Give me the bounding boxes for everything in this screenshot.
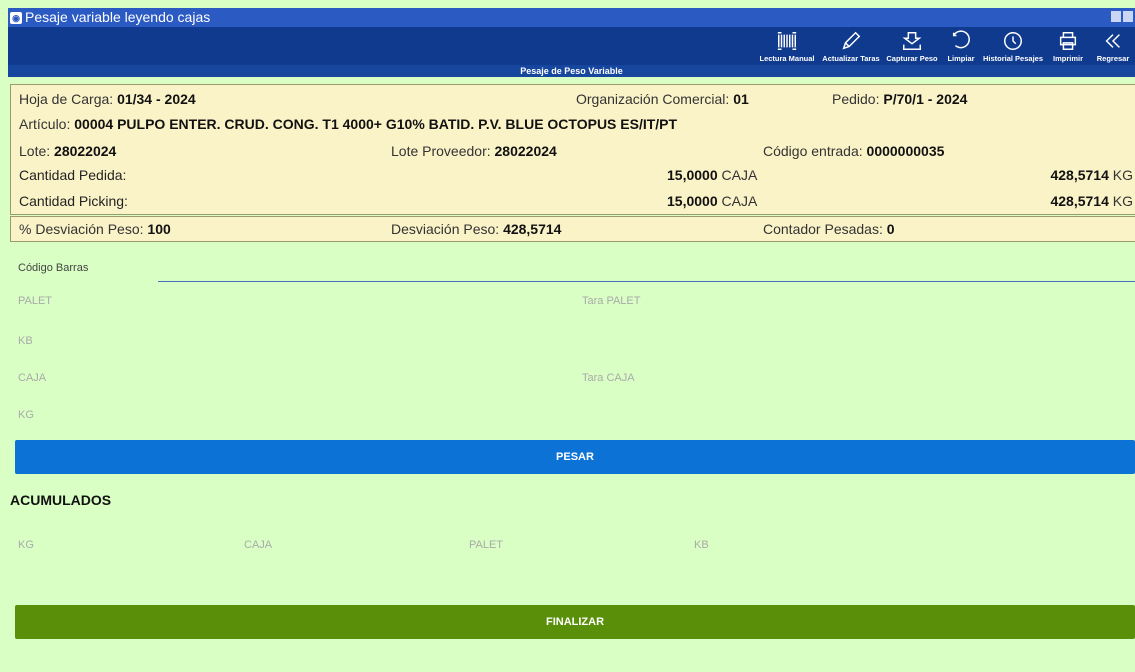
barcode-label: Código Barras	[18, 262, 89, 274]
historial-pesajes-button[interactable]: Historial Pesajes	[981, 27, 1045, 65]
finalizar-button[interactable]: FINALIZAR	[15, 605, 1135, 639]
capturar-peso-button[interactable]: Capturar Peso	[883, 27, 941, 65]
barcode-icon	[777, 32, 797, 50]
toolbar-label: Limpiar	[947, 54, 975, 63]
palet-field[interactable]: PALET	[18, 295, 52, 307]
barcode-input[interactable]	[158, 256, 1135, 282]
toolbar-label: Lectura Manual	[759, 54, 815, 63]
kb-field[interactable]: KB	[18, 335, 33, 347]
scale-icon	[902, 32, 922, 50]
pencil-icon	[842, 31, 861, 50]
printer-icon	[1059, 32, 1077, 50]
pedido: Pedido: P/70/1 - 2024	[832, 91, 968, 107]
lectura-manual-button[interactable]: Lectura Manual	[755, 27, 819, 65]
toolbar-label: Historial Pesajes	[982, 54, 1044, 63]
cantidad-pedida-qty: 15,0000 CAJA	[667, 167, 758, 183]
limpiar-button[interactable]: Limpiar	[941, 27, 981, 65]
cantidad-pedida-label: Cantidad Pedida:	[19, 167, 127, 183]
hoja-carga: Hoja de Carga: 01/34 - 2024	[19, 91, 196, 107]
desviacion-pct: % Desviación Peso: 100	[19, 221, 171, 237]
toolbar: Lectura Manual Actualizar Taras Capturar…	[8, 27, 1135, 65]
restore-icon[interactable]	[1123, 11, 1133, 22]
window-title: Pesaje variable leyendo cajas	[25, 9, 211, 25]
codigo-entrada: Código entrada: 0000000035	[763, 143, 945, 159]
lote: Lote: 28022024	[19, 143, 117, 159]
caja-field[interactable]: CAJA	[18, 372, 46, 384]
deviation-panel: % Desviación Peso: 100 Desviación Peso: …	[10, 216, 1135, 242]
actualizar-taras-button[interactable]: Actualizar Taras	[819, 27, 883, 65]
title-bar: ◉ Pesaje variable leyendo cajas	[8, 8, 1135, 27]
pesar-button[interactable]: PESAR	[15, 440, 1135, 474]
acumulado-caja: CAJA	[244, 539, 273, 551]
acumulado-kb: KB	[694, 539, 709, 551]
contador-pesadas: Contador Pesadas: 0	[763, 221, 895, 237]
undo-icon	[952, 30, 970, 49]
app-icon: ◉	[10, 11, 22, 24]
articulo: Artículo: 00004 PULPO ENTER. CRUD. CONG.…	[19, 116, 678, 132]
lote-proveedor: Lote Proveedor: 28022024	[391, 143, 557, 159]
acumulados-title: ACUMULADOS	[10, 492, 112, 508]
cantidad-picking-label: Cantidad Picking:	[19, 193, 128, 209]
tara-palet-field[interactable]: Tara PALET	[582, 295, 641, 307]
cantidad-picking-kg: 428,5714 KG	[1050, 193, 1133, 209]
toolbar-label: Actualizar Taras	[822, 54, 880, 63]
imprimir-button[interactable]: Imprimir	[1045, 27, 1091, 65]
page-subtitle: Pesaje de Peso Variable	[8, 65, 1135, 77]
toolbar-label: Regresar	[1096, 54, 1130, 63]
minimize-icon[interactable]	[1111, 11, 1121, 22]
desviacion-peso: Desviación Peso: 428,5714	[391, 221, 562, 237]
toolbar-label: Imprimir	[1052, 54, 1083, 63]
regresar-button[interactable]: Regresar	[1091, 27, 1135, 65]
kg-field[interactable]: KG	[18, 409, 34, 421]
clock-icon	[1004, 32, 1022, 50]
toolbar-label: Capturar Peso	[886, 54, 938, 63]
cantidad-picking-qty: 15,0000 CAJA	[667, 193, 758, 209]
acumulado-palet: PALET	[469, 539, 504, 551]
back-icon	[1105, 34, 1120, 48]
cantidad-pedida-kg: 428,5714 KG	[1050, 167, 1133, 183]
organizacion-comercial: Organización Comercial: 01	[576, 91, 749, 107]
acumulado-kg: KG	[18, 539, 34, 551]
tara-caja-field[interactable]: Tara CAJA	[582, 372, 635, 384]
window-controls	[1111, 11, 1133, 22]
load-info-panel: Hoja de Carga: 01/34 - 2024 Organización…	[10, 84, 1135, 215]
